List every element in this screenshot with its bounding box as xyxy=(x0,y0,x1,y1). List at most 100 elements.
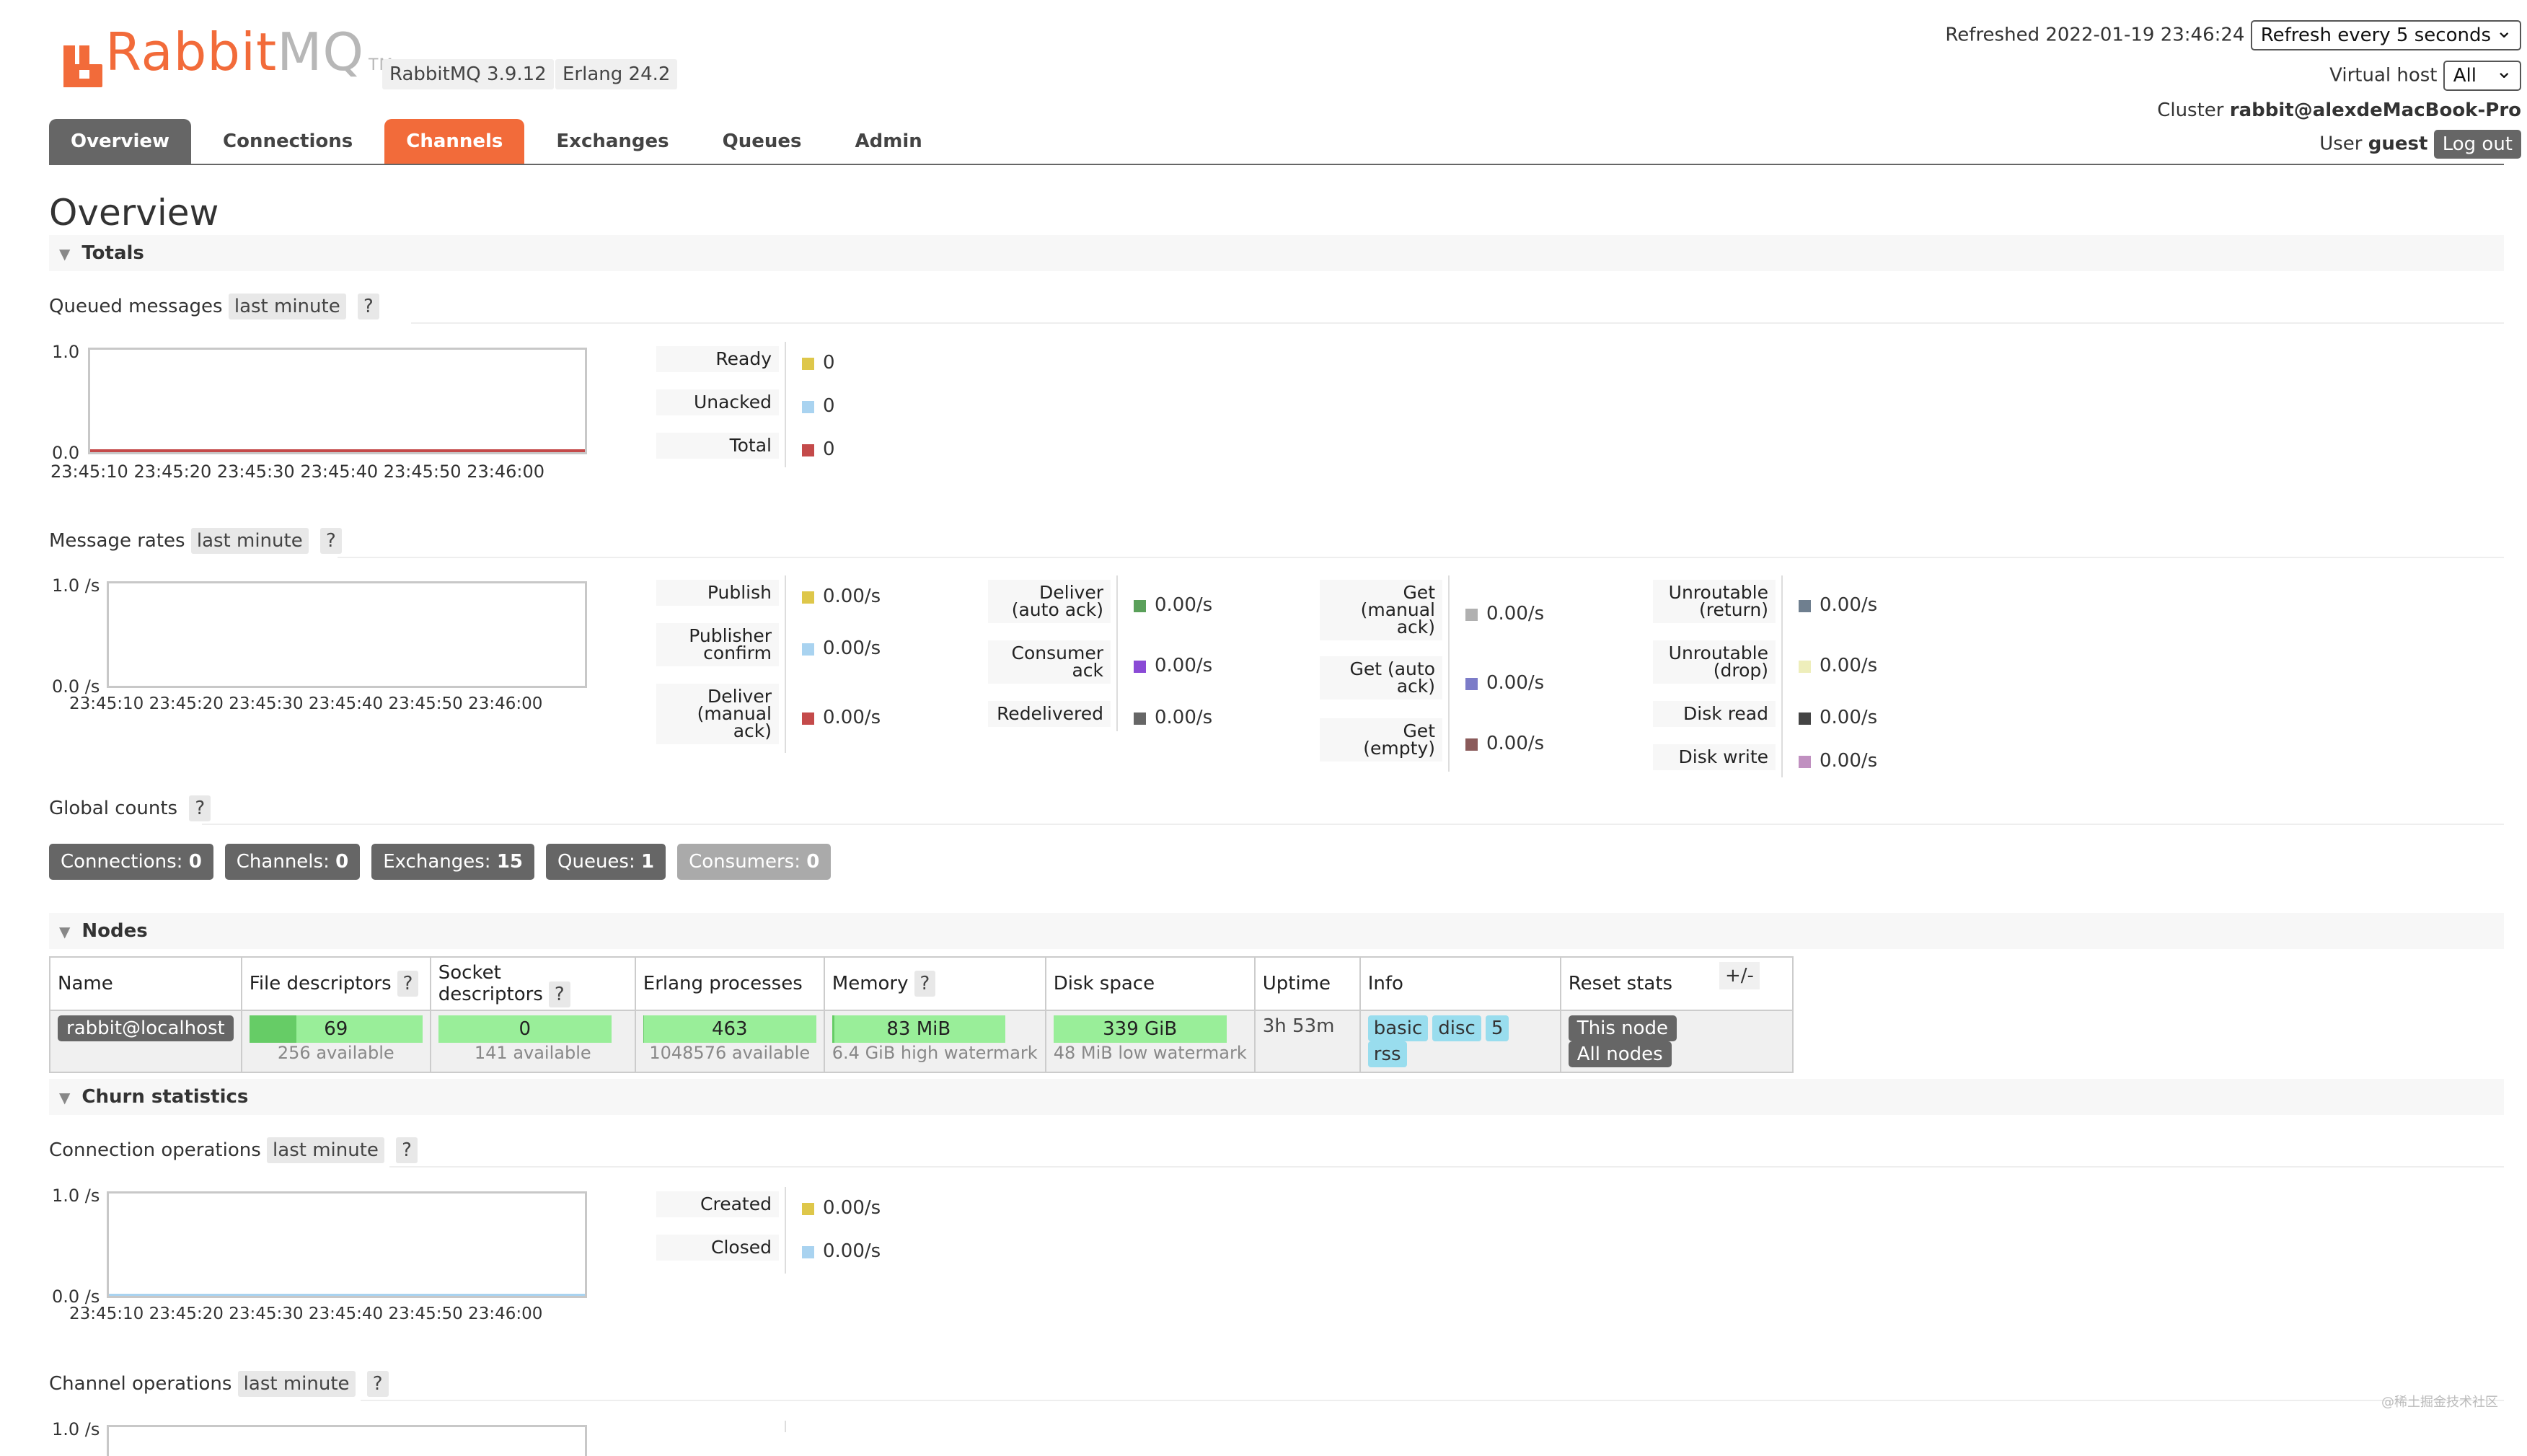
legend-total-label: Total xyxy=(656,433,779,459)
page-title: Overview xyxy=(49,192,219,234)
main-tabs: Overview Connections Channels Exchanges … xyxy=(49,119,954,164)
conn-ops-y-top: 1.0 /s xyxy=(52,1186,100,1206)
queued-help-button[interactable]: ? xyxy=(358,294,379,319)
chan-ops-y-top: 1.0 /s xyxy=(52,1419,100,1439)
queued-range-chip[interactable]: last minute xyxy=(229,294,346,319)
collapse-triangle-icon: ▼ xyxy=(59,914,70,950)
vhost-row: Virtual host All xyxy=(2329,61,2521,91)
legend-separator xyxy=(785,1187,786,1274)
legend-separator xyxy=(785,1421,786,1432)
conn-closed-line xyxy=(109,1294,585,1296)
refresh-interval-select[interactable]: Refresh every 5 seconds xyxy=(2251,20,2521,50)
tab-queues[interactable]: Queues xyxy=(701,119,824,164)
sock-help-button[interactable]: ? xyxy=(549,981,570,1007)
tab-admin[interactable]: Admin xyxy=(834,119,944,164)
chan-ops-help-button[interactable]: ? xyxy=(367,1371,389,1397)
user-label: User xyxy=(2319,133,2362,155)
col-file-descriptors: File descriptors? xyxy=(242,957,431,1010)
info-tag-count[interactable]: 5 xyxy=(1486,1015,1509,1041)
divider xyxy=(389,1166,2504,1168)
totals-section-header[interactable]: ▼Totals xyxy=(49,235,2504,271)
message-rates-label: Message rates last minute ? xyxy=(49,530,342,552)
proc-cell: 463 1048576 available xyxy=(635,1010,824,1072)
queued-messages-label: Queued messages last minute ? xyxy=(49,296,379,317)
fd-cell: 69 256 available xyxy=(242,1010,431,1072)
vhost-select[interactable]: All xyxy=(2443,61,2521,91)
rabbit-logo-icon xyxy=(63,45,102,87)
nodes-section-header[interactable]: ▼Nodes xyxy=(49,913,2504,949)
legend-ready-label: Ready xyxy=(656,346,779,372)
tab-overview[interactable]: Overview xyxy=(49,119,191,164)
exchanges-count-button[interactable]: Exchanges: 15 xyxy=(371,844,534,880)
vhost-label: Virtual host xyxy=(2329,65,2437,87)
sock-bar: 0 xyxy=(438,1015,612,1043)
logo-text: RabbitMQTM xyxy=(105,30,393,87)
info-tag-rss[interactable]: rss xyxy=(1368,1041,1407,1067)
global-counts-row: Connections: 0 Channels: 0 Exchanges: 15 Qu… xyxy=(49,844,842,880)
churn-section-header[interactable]: ▼Churn statistics xyxy=(49,1079,2504,1115)
tab-channels[interactable]: Channels xyxy=(384,119,524,164)
col-disk-space: Disk space xyxy=(1046,957,1255,1010)
channels-count-button[interactable]: Channels: 0 xyxy=(225,844,360,880)
legend-total-value: 0 xyxy=(802,438,835,460)
erlang-badge: Erlang 24.2 xyxy=(555,59,677,89)
legend-get-empty-label: Get (empty) xyxy=(1320,718,1442,762)
table-row: rabbit@localhost 69 256 available 0 141 … xyxy=(50,1010,1793,1072)
rabbitmq-logo[interactable]: RabbitMQTM xyxy=(63,30,393,87)
disk-watermark: 48 MiB low watermark xyxy=(1054,1043,1247,1063)
info-cell: basicdisc5 rss xyxy=(1360,1010,1561,1072)
tab-connections[interactable]: Connections xyxy=(201,119,374,164)
tab-exchanges[interactable]: Exchanges xyxy=(534,119,690,164)
sock-cell: 0 141 available xyxy=(431,1010,635,1072)
uptime-cell: 3h 53m xyxy=(1255,1010,1360,1072)
queued-messages-chart xyxy=(88,348,587,454)
proc-bar: 463 xyxy=(643,1015,816,1043)
chan-ops-range-chip[interactable]: last minute xyxy=(238,1371,356,1397)
legend-disk-read-label: Disk read xyxy=(1653,701,1776,727)
memory-help-button[interactable]: ? xyxy=(914,971,936,997)
conn-ops-help-button[interactable]: ? xyxy=(396,1137,418,1163)
queues-count-button[interactable]: Queues: 1 xyxy=(546,844,666,880)
column-toggle-button[interactable]: +/- xyxy=(1719,962,1760,989)
fd-help-button[interactable]: ? xyxy=(397,971,419,997)
legend-disk-read-value: 0.00/s xyxy=(1799,707,1877,728)
churn-title: Churn statistics xyxy=(81,1086,248,1108)
legend-disk-write-label: Disk write xyxy=(1653,744,1776,770)
channel-operations-chart xyxy=(107,1425,587,1456)
legend-get-auto-label: Get (auto ack) xyxy=(1320,656,1442,700)
rates-x-axis: 23:45:10 23:45:20 23:45:30 23:45:40 23:4… xyxy=(69,694,542,713)
info-tag-disc[interactable]: disc xyxy=(1432,1015,1481,1041)
col-uptime: Uptime xyxy=(1255,957,1360,1010)
node-name-link[interactable]: rabbit@localhost xyxy=(58,1015,234,1041)
memory-bar: 83 MiB xyxy=(832,1015,1005,1043)
legend-swatch xyxy=(802,444,814,456)
info-tag-basic[interactable]: basic xyxy=(1368,1015,1429,1041)
rates-range-chip[interactable]: last minute xyxy=(191,528,309,554)
col-socket-descriptors: Socket descriptors? xyxy=(431,957,635,1010)
cluster-label: Cluster xyxy=(2157,100,2223,121)
reset-all-nodes-button[interactable]: All nodes xyxy=(1569,1041,1672,1067)
global-counts-help-button[interactable]: ? xyxy=(189,795,211,821)
divider xyxy=(338,557,2504,558)
col-name: Name xyxy=(50,957,242,1010)
user-name: guest xyxy=(2368,133,2428,155)
legend-closed-label: Closed xyxy=(656,1235,779,1261)
memory-watermark: 6.4 GiB high watermark xyxy=(832,1043,1038,1063)
memory-cell: 83 MiB 6.4 GiB high watermark xyxy=(824,1010,1046,1072)
cluster-name: rabbit@alexdeMacBook-Pro xyxy=(2230,100,2521,121)
logout-button[interactable]: Log out xyxy=(2434,130,2521,159)
legend-swatch xyxy=(802,401,814,413)
legend-redelivered-label: Redelivered xyxy=(988,701,1111,727)
reset-this-node-button[interactable]: This node xyxy=(1569,1015,1677,1041)
version-badge: RabbitMQ 3.9.12 xyxy=(382,59,554,89)
global-counts-label: Global counts ? xyxy=(49,798,211,819)
rates-help-button[interactable]: ? xyxy=(320,528,342,554)
memory-bar-fill xyxy=(832,1015,834,1043)
tab-underline xyxy=(49,164,2504,165)
legend-ready-value: 0 xyxy=(802,352,835,374)
connections-count-button[interactable]: Connections: 0 xyxy=(49,844,213,880)
divider xyxy=(202,824,2504,825)
channel-operations-label: Channel operations last minute ? xyxy=(49,1373,389,1395)
conn-ops-range-chip[interactable]: last minute xyxy=(267,1137,384,1163)
consumers-count-button[interactable]: Consumers: 0 xyxy=(677,844,831,880)
